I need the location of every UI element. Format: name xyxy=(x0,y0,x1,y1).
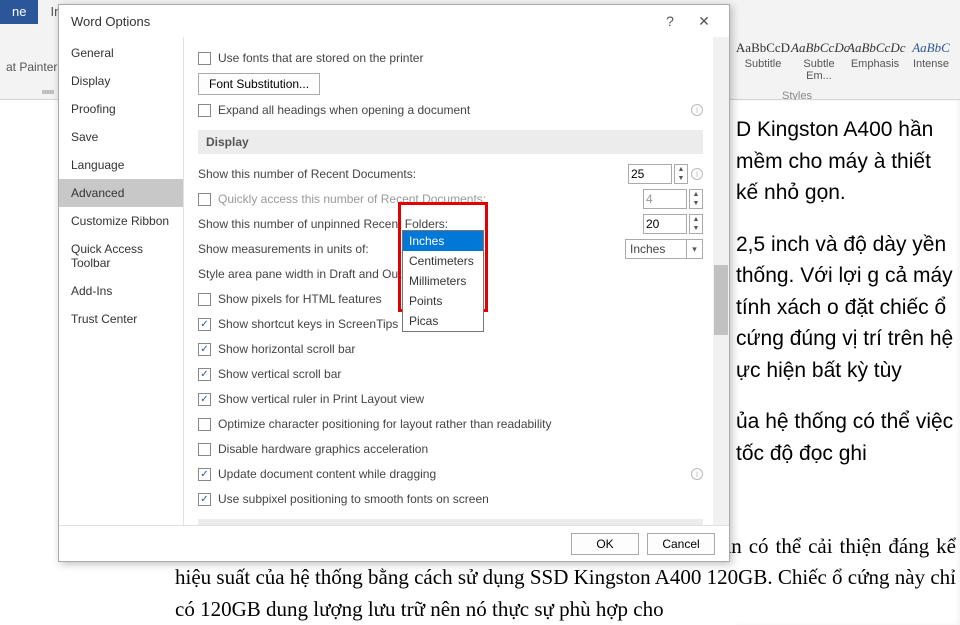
dialog-footer: OK Cancel xyxy=(59,525,729,561)
lbl-expand-headings: Expand all headings when opening a docum… xyxy=(218,103,688,117)
tab-home[interactable]: ne xyxy=(0,0,38,24)
category-list: General Display Proofing Save Language A… xyxy=(59,37,184,525)
format-painter-label: at Painter xyxy=(0,56,63,78)
cb-quick-access[interactable] xyxy=(198,193,211,206)
cancel-button[interactable]: Cancel xyxy=(647,533,715,555)
cb-optimize-char[interactable] xyxy=(198,418,211,431)
options-panel: Use fonts that are stored on the printer… xyxy=(184,37,729,525)
cb-update-drag[interactable] xyxy=(198,468,211,481)
cat-proofing[interactable]: Proofing xyxy=(59,95,183,123)
scrollbar-thumb[interactable] xyxy=(714,265,728,335)
unit-millimeters[interactable]: Millimeters xyxy=(403,271,483,291)
lbl-disable-hw: Disable hardware graphics acceleration xyxy=(218,442,703,456)
dialog-title-text: Word Options xyxy=(71,14,150,29)
cb-vscroll[interactable] xyxy=(198,368,211,381)
cat-advanced[interactable]: Advanced xyxy=(59,179,183,207)
cb-subpixel[interactable] xyxy=(198,493,211,506)
cat-qat[interactable]: Quick Access Toolbar xyxy=(59,235,183,277)
lbl-update-drag: Update document content while dragging xyxy=(218,467,688,481)
ribbon-divider xyxy=(42,90,54,94)
spin-unpinned-btns[interactable]: ▲▼ xyxy=(689,214,703,234)
cb-shortcut-keys[interactable] xyxy=(198,318,211,331)
spin-quick-access xyxy=(643,189,687,209)
scrollbar-track[interactable] xyxy=(713,37,729,525)
unit-inches[interactable]: Inches xyxy=(403,231,483,251)
cat-general[interactable]: General xyxy=(59,39,183,67)
doc-para-3: ủa hệ thống có thể việc tốc độ đọc ghi xyxy=(736,406,956,469)
doc-para-2: 2,5 inch và độ dày yền thống. Với lợi g … xyxy=(736,229,956,387)
cb-disable-hw[interactable] xyxy=(198,443,211,456)
spin-quick-btns: ▲▼ xyxy=(689,189,703,209)
spin-recent-btns[interactable]: ▲▼ xyxy=(674,164,688,184)
style-subtle-emphasis[interactable]: AaBbCcDcSubtle Em... xyxy=(791,40,847,90)
cat-display[interactable]: Display xyxy=(59,67,183,95)
lbl-subpixel: Use subpixel positioning to smooth fonts… xyxy=(218,492,703,506)
word-options-dialog: Word Options ? ✕ General Display Proofin… xyxy=(58,4,730,562)
lbl-unpinned-folders: Show this number of unpinned Recent Fold… xyxy=(198,217,643,231)
doc-para-1: D Kingston A400 hần mềm cho máy à thiết … xyxy=(736,114,956,209)
info-icon[interactable]: i xyxy=(691,104,703,116)
select-units[interactable]: Inches▾ xyxy=(625,239,703,259)
cat-save[interactable]: Save xyxy=(59,123,183,151)
cb-hscroll[interactable] xyxy=(198,343,211,356)
unit-points[interactable]: Points xyxy=(403,291,483,311)
unit-picas[interactable]: Picas xyxy=(403,311,483,331)
lbl-recent-docs: Show this number of Recent Documents: xyxy=(198,167,628,181)
cat-trust-center[interactable]: Trust Center xyxy=(59,305,183,333)
cat-customize-ribbon[interactable]: Customize Ribbon xyxy=(59,207,183,235)
lbl-use-printer-fonts: Use fonts that are stored on the printer xyxy=(218,51,703,65)
lbl-hscroll: Show horizontal scroll bar xyxy=(218,342,703,356)
info-icon[interactable]: i xyxy=(691,468,703,480)
help-button[interactable]: ? xyxy=(653,13,687,29)
cb-vruler[interactable] xyxy=(198,393,211,406)
units-dropdown: Inches Centimeters Millimeters Points Pi… xyxy=(402,230,484,332)
ok-button[interactable]: OK xyxy=(571,533,639,555)
style-emphasis[interactable]: AaBbCcDcEmphasis xyxy=(847,40,903,90)
styles-gallery: AaBbCcDSubtitle AaBbCcDcSubtle Em... AaB… xyxy=(735,40,960,90)
unit-centimeters[interactable]: Centimeters xyxy=(403,251,483,271)
section-display: Display xyxy=(198,130,703,154)
cb-expand-headings[interactable] xyxy=(198,104,211,117)
font-substitution-button[interactable]: Font Substitution... xyxy=(198,73,320,95)
style-intense[interactable]: AaBbCIntense xyxy=(903,40,959,90)
chevron-down-icon: ▾ xyxy=(686,240,702,258)
cb-use-printer-fonts[interactable] xyxy=(198,52,211,65)
info-icon[interactable]: i xyxy=(691,168,703,180)
lbl-vscroll: Show vertical scroll bar xyxy=(218,367,703,381)
close-button[interactable]: ✕ xyxy=(687,13,721,30)
cat-language[interactable]: Language xyxy=(59,151,183,179)
lbl-optimize-char: Optimize character positioning for layou… xyxy=(218,417,703,431)
lbl-vruler: Show vertical ruler in Print Layout view xyxy=(218,392,703,406)
style-subtitle[interactable]: AaBbCcDSubtitle xyxy=(735,40,791,90)
cb-pixels-html[interactable] xyxy=(198,293,211,306)
dialog-titlebar: Word Options ? ✕ xyxy=(59,5,729,37)
spin-recent-docs[interactable] xyxy=(628,164,672,184)
lbl-quick-access: Quickly access this number of Recent Doc… xyxy=(218,192,643,206)
cat-addins[interactable]: Add-Ins xyxy=(59,277,183,305)
spin-unpinned[interactable] xyxy=(643,214,687,234)
